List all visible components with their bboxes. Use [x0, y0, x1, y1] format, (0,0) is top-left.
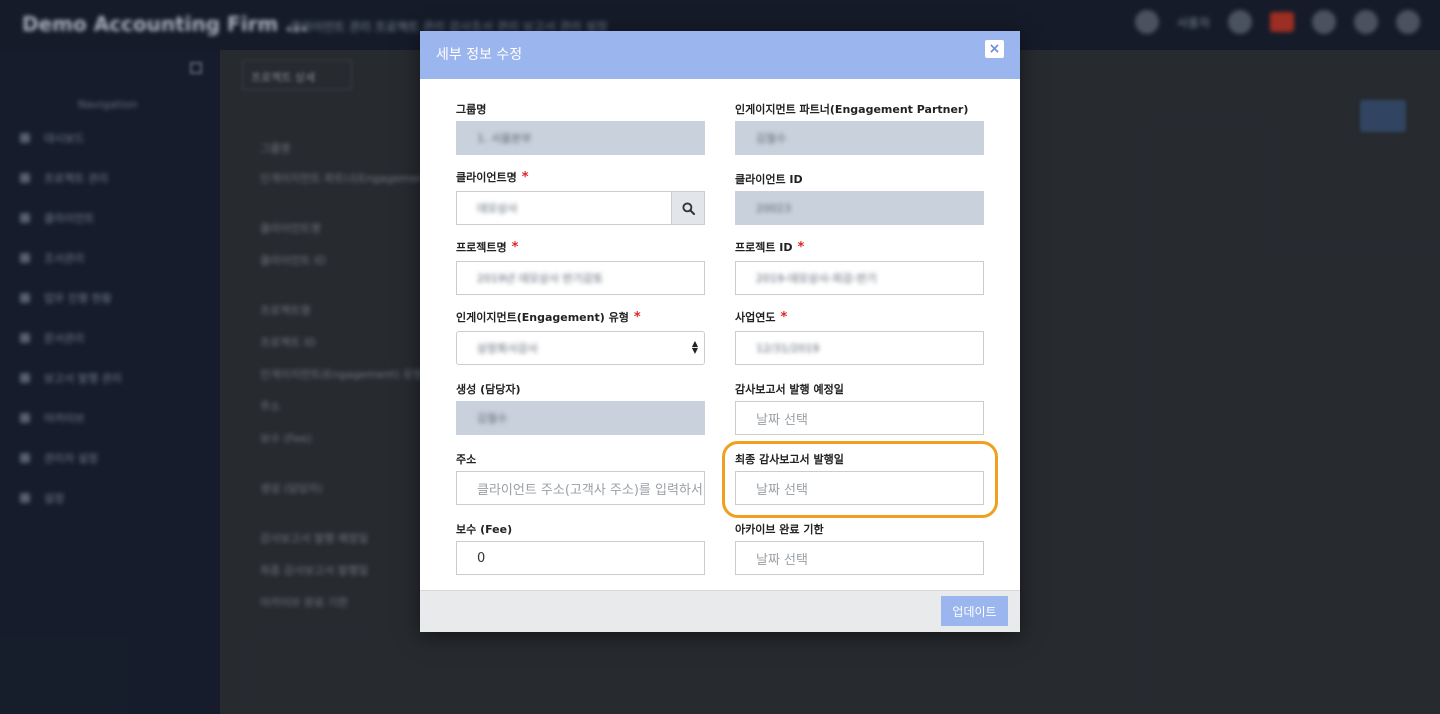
engagement-partner-field: 김철수 — [735, 121, 984, 155]
project-id-label: 프로젝트 ID * — [735, 240, 805, 255]
required-mark: * — [633, 310, 641, 325]
edit-details-modal: 세부 정보 수정 × 그룹명 1. 서울본부 인게이지먼트 파트너(Engage… — [420, 31, 1020, 632]
close-button[interactable]: × — [985, 40, 1004, 58]
highlight-box — [722, 441, 998, 518]
engagement-type-select[interactable]: 상장회사감사 ▲ ▼ — [456, 331, 705, 365]
fee-label: 보수 (Fee) — [456, 523, 513, 536]
modal-title: 세부 정보 수정 — [436, 47, 523, 63]
modal-footer: 업데이트 — [420, 590, 1020, 632]
client-id-field: 20023 — [735, 191, 984, 225]
update-button[interactable]: 업데이트 — [941, 596, 1008, 626]
client-id-label: 클라이언트 ID — [735, 173, 803, 186]
client-name-input[interactable]: 데모상사 — [456, 191, 705, 225]
fiscal-year-label: 사업연도 * — [735, 310, 788, 325]
required-mark: * — [521, 170, 529, 185]
fee-input[interactable]: 0 — [456, 541, 705, 575]
project-id-input[interactable]: 2019-데모상사-외감-반기 — [735, 261, 984, 295]
required-mark: * — [797, 240, 805, 255]
archive-deadline-label: 아카이브 완료 기한 — [735, 523, 824, 536]
modal-header: 세부 정보 수정 × — [420, 31, 1020, 79]
project-name-label: 프로젝트명 * — [456, 240, 519, 255]
creator-field: 김철수 — [456, 401, 705, 435]
planned-report-date-label: 감사보고서 발행 예정일 — [735, 383, 844, 396]
client-search-button[interactable] — [671, 192, 704, 224]
address-label: 주소 — [456, 453, 477, 466]
group-name-field: 1. 서울본부 — [456, 121, 705, 155]
select-arrows-icon: ▲ ▼ — [691, 339, 698, 355]
group-name-label: 그룹명 — [456, 103, 487, 116]
planned-report-date-input[interactable]: 날짜 선택 — [735, 401, 984, 435]
project-name-input[interactable]: 2019년 데모상사 반기감토 — [456, 261, 705, 295]
required-mark: * — [780, 310, 788, 325]
search-icon — [681, 201, 695, 215]
required-mark: * — [511, 240, 519, 255]
fiscal-year-input[interactable]: 12/31/2019 — [735, 331, 984, 365]
engagement-partner-label: 인게이지먼트 파트너(Engagement Partner) — [735, 103, 969, 116]
address-input[interactable]: 클라이언트 주소(고객사 주소)를 입력하서 — [456, 471, 705, 505]
client-name-label: 클라이언트명 * — [456, 170, 529, 185]
engagement-type-label: 인게이지먼트(Engagement) 유형 * — [456, 310, 641, 325]
archive-deadline-input[interactable]: 날짜 선택 — [735, 541, 984, 575]
creator-label: 생성 (담당자) — [456, 383, 521, 396]
